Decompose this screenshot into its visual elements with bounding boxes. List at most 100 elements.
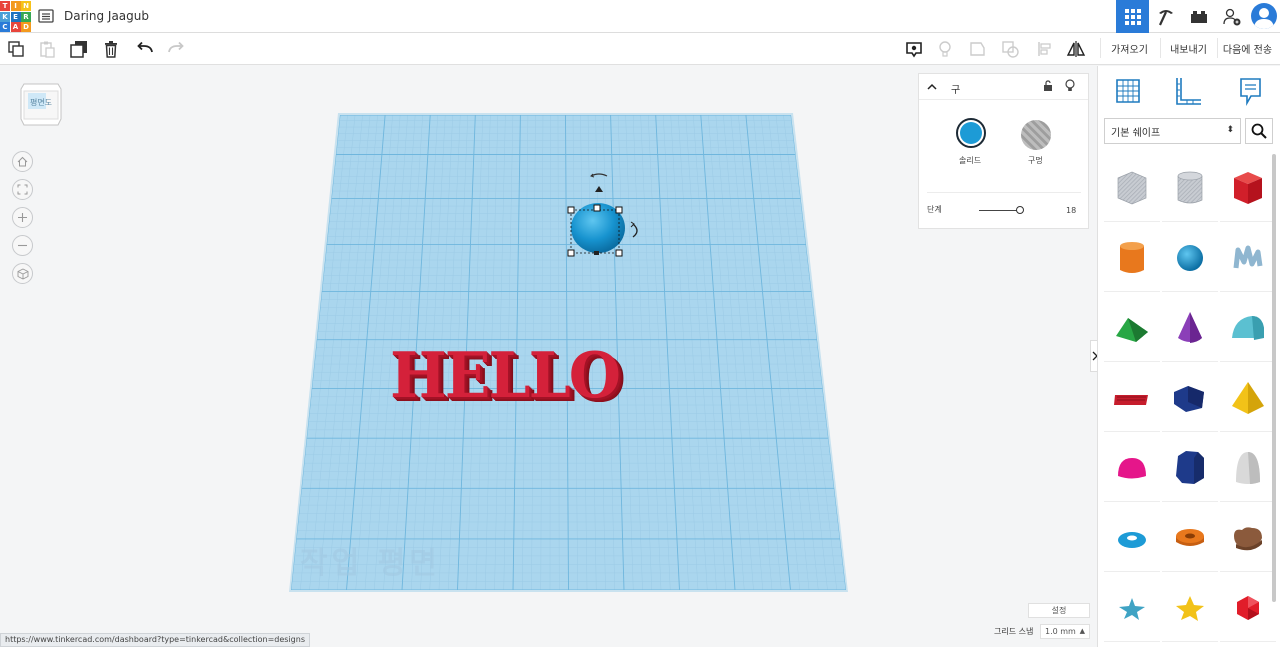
- zoom-in-button[interactable]: [12, 207, 33, 228]
- align-icon: [1038, 42, 1051, 56]
- shapes-scrollbar[interactable]: [1272, 154, 1276, 602]
- resize-handle[interactable]: [567, 249, 575, 257]
- logo-letter: E: [10, 11, 21, 22]
- shape-star-yellow[interactable]: [1162, 574, 1218, 642]
- shape-category-value: 기본 쉐이프: [1111, 127, 1161, 139]
- codeblocks-view-button[interactable]: [1149, 0, 1182, 33]
- rotate-x-handle[interactable]: [590, 173, 608, 177]
- invite-user-button[interactable]: [1215, 0, 1248, 33]
- group-button[interactable]: [968, 38, 990, 60]
- cylinder-hole-icon: [1177, 171, 1203, 203]
- shape-half-sphere[interactable]: [1104, 434, 1160, 502]
- ungroup-button[interactable]: [1000, 38, 1022, 60]
- shape-cylinder-hole[interactable]: [1162, 154, 1218, 222]
- status-url: https://www.tinkercad.com/dashboard?type…: [0, 633, 310, 647]
- send-to-button[interactable]: 다음에 전송: [1217, 38, 1277, 58]
- polyhedron-icon: [1237, 595, 1259, 620]
- steps-label: 단계: [927, 205, 942, 214]
- perspective-button[interactable]: [12, 263, 33, 284]
- shape-roof[interactable]: [1104, 294, 1160, 362]
- resize-handle[interactable]: [615, 206, 623, 214]
- steps-slider-track[interactable]: [979, 210, 1021, 211]
- lock-icon[interactable]: [1043, 80, 1053, 92]
- show-all-button[interactable]: [934, 38, 956, 60]
- shape-cone[interactable]: [1162, 294, 1218, 362]
- shape-pyramid[interactable]: [1220, 364, 1276, 432]
- visibility-bulb-icon[interactable]: [1065, 79, 1075, 92]
- shape-polygon[interactable]: [1162, 364, 1218, 432]
- shape-cylinder[interactable]: [1104, 224, 1160, 292]
- grid-snap-select[interactable]: 1.0 mm ▲: [1040, 624, 1090, 639]
- shape-box-hole[interactable]: [1104, 154, 1160, 222]
- shape-category-select[interactable]: 기본 쉐이프 ⬍: [1104, 118, 1241, 144]
- lift-handle[interactable]: [595, 186, 603, 192]
- pickaxe-icon: [1158, 9, 1173, 25]
- notes-button[interactable]: [903, 38, 925, 60]
- resize-handle[interactable]: [593, 204, 601, 212]
- paraboloid-icon: [1236, 451, 1260, 484]
- shape-search-button[interactable]: [1245, 118, 1273, 144]
- grid-icon: [1124, 8, 1141, 25]
- redo-button[interactable]: [165, 38, 187, 60]
- solid-color-button[interactable]: [956, 118, 986, 148]
- paste-button[interactable]: [36, 38, 58, 60]
- select-arrows-icon: ⬍: [1226, 125, 1234, 135]
- shape-sphere[interactable]: [1162, 224, 1218, 292]
- grid-snap-label: 그리드 스냅: [994, 627, 1034, 636]
- copy-icon: [8, 41, 24, 57]
- home-view-button[interactable]: [12, 151, 33, 172]
- copy-button[interactable]: [5, 38, 27, 60]
- fit-view-button[interactable]: [12, 179, 33, 200]
- avatar-icon: [1254, 8, 1274, 29]
- selected-sphere-object[interactable]: [555, 170, 655, 262]
- shape-star[interactable]: [1104, 574, 1160, 642]
- shape-icosahedron[interactable]: [1220, 574, 1276, 642]
- shape-scribble[interactable]: [1220, 224, 1276, 292]
- notes-panel-icon[interactable]: [1235, 76, 1265, 106]
- shape-torus[interactable]: [1104, 504, 1160, 572]
- hole-button[interactable]: [1021, 120, 1051, 150]
- tinkercad-logo[interactable]: TIN KER CAD: [0, 1, 31, 32]
- note-icon: [906, 42, 922, 58]
- export-button[interactable]: 내보내기: [1160, 38, 1216, 58]
- duplicate-button[interactable]: [68, 38, 90, 60]
- redo-icon: [168, 41, 184, 53]
- delete-button[interactable]: [100, 38, 122, 60]
- design-title[interactable]: Daring Jaagub: [64, 9, 149, 23]
- undo-button[interactable]: [134, 38, 156, 60]
- hello-text-object[interactable]: HELLO: [390, 339, 621, 413]
- shape-heart[interactable]: [1220, 504, 1276, 572]
- import-button[interactable]: 가져오기: [1100, 38, 1158, 58]
- 3d-design-view-button[interactable]: [1116, 0, 1149, 33]
- zoom-out-button[interactable]: [12, 235, 33, 256]
- shape-box[interactable]: [1220, 154, 1276, 222]
- design-list-icon[interactable]: [38, 8, 54, 24]
- caret-up-icon: ▲: [1079, 627, 1085, 635]
- solid-label: 솔리드: [959, 156, 982, 165]
- shape-tube[interactable]: [1162, 504, 1218, 572]
- bricks-view-button[interactable]: [1182, 0, 1215, 33]
- shape-round-roof[interactable]: [1220, 294, 1276, 362]
- tube-icon: [1176, 528, 1204, 546]
- chevron-up-icon[interactable]: [927, 82, 937, 92]
- shape-hexagonal-prism[interactable]: [1162, 434, 1218, 502]
- ruler-icon[interactable]: [1173, 76, 1203, 106]
- align-button[interactable]: [1034, 38, 1056, 60]
- resize-handle[interactable]: [567, 206, 575, 214]
- workplane-icon[interactable]: [1113, 76, 1143, 106]
- steps-slider-thumb[interactable]: [1016, 206, 1024, 214]
- resize-handle[interactable]: [615, 249, 623, 257]
- shape-name: 구: [951, 85, 961, 96]
- box-hole-icon: [1117, 171, 1147, 204]
- half-sphere-icon: [1118, 457, 1146, 478]
- mirror-button[interactable]: [1065, 38, 1087, 60]
- fit-icon: [17, 184, 28, 195]
- logo-letter: T: [0, 1, 10, 11]
- shape-paraboloid[interactable]: [1220, 434, 1276, 502]
- settings-button[interactable]: 설정: [1028, 603, 1090, 618]
- view-cube[interactable]: 평면도: [20, 83, 62, 127]
- shape-text[interactable]: [1104, 364, 1160, 432]
- rotate-z-handle[interactable]: [632, 223, 638, 238]
- minus-icon: [18, 244, 27, 247]
- user-avatar[interactable]: [1251, 3, 1277, 29]
